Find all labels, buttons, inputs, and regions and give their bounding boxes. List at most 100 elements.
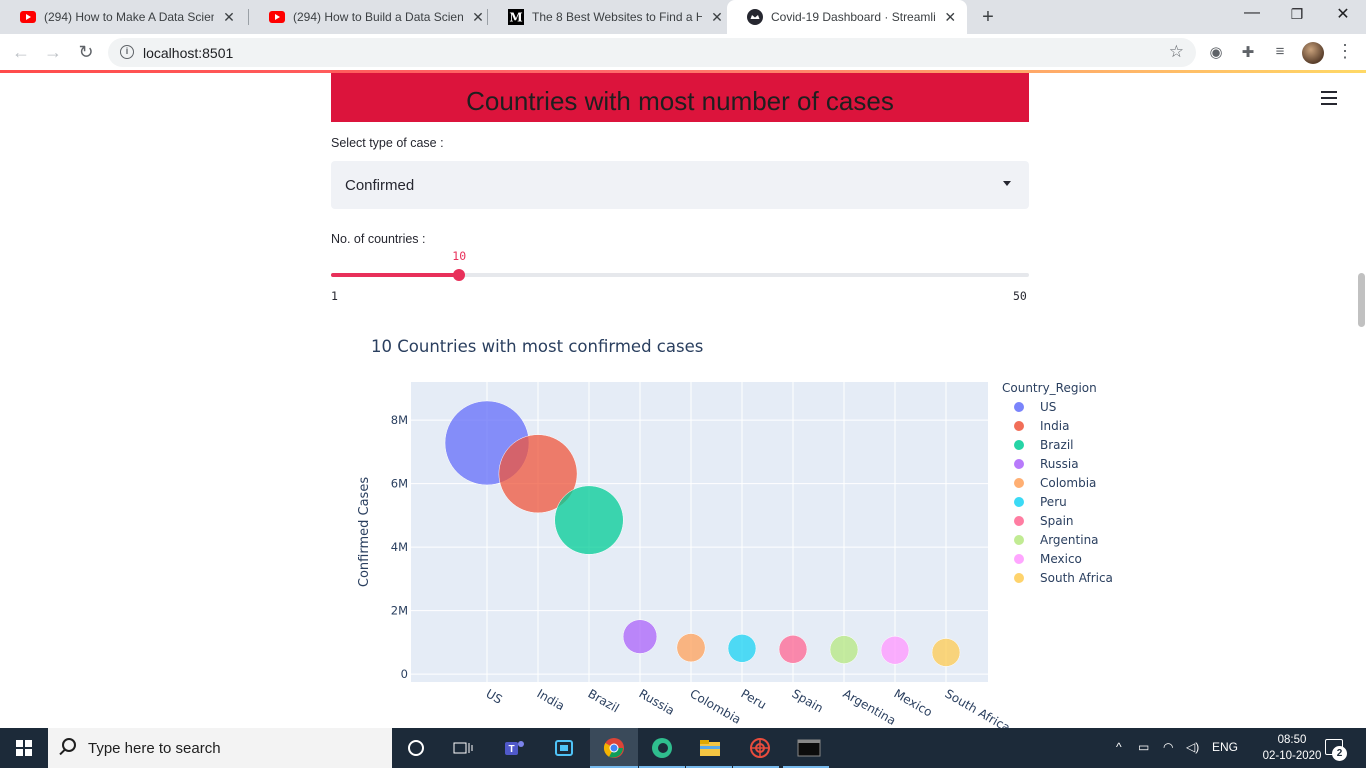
profile-avatar[interactable] bbox=[1302, 42, 1324, 64]
slider-max-label: 50 bbox=[1013, 289, 1027, 303]
legend-item: US bbox=[1040, 400, 1056, 414]
page-title: Countries with most number of cases bbox=[331, 73, 1029, 122]
legend-marker bbox=[1014, 421, 1024, 431]
battery-icon[interactable]: ▭ bbox=[1138, 740, 1149, 754]
anaconda-icon[interactable] bbox=[748, 736, 772, 760]
legend-marker bbox=[1014, 478, 1024, 488]
bubble-spain bbox=[778, 635, 808, 664]
restore-icon[interactable]: ❐ bbox=[1287, 6, 1307, 23]
y-tick-label: 0 bbox=[401, 667, 408, 681]
chrome-icon[interactable] bbox=[602, 736, 626, 760]
extensions-puzzle-icon[interactable]: ✚ bbox=[1238, 43, 1258, 61]
info-icon[interactable]: i bbox=[120, 45, 134, 59]
y-tick-label: 4M bbox=[391, 540, 408, 554]
task-view-icon[interactable] bbox=[451, 736, 475, 760]
youtube-icon bbox=[269, 9, 285, 25]
cortana-icon[interactable] bbox=[404, 736, 428, 760]
app-page: Countries with most number of cases Sele… bbox=[0, 73, 1366, 728]
case-type-select[interactable]: Confirmed bbox=[331, 161, 1029, 209]
close-icon[interactable]: ✕ bbox=[222, 9, 236, 26]
reload-icon[interactable]: ↻ bbox=[75, 42, 97, 63]
language-indicator[interactable]: ENG bbox=[1212, 740, 1238, 754]
legend-item: India bbox=[1040, 419, 1069, 433]
browser-tab-4-active[interactable]: Covid-19 Dashboard · Streamlit ✕ bbox=[727, 0, 967, 34]
teams-icon[interactable]: T bbox=[502, 736, 526, 760]
wifi-icon[interactable]: ◠ bbox=[1163, 740, 1173, 754]
bookmark-star-icon[interactable]: ☆ bbox=[1169, 42, 1184, 62]
legend-marker bbox=[1014, 535, 1024, 545]
taskbar-search[interactable]: Type here to search bbox=[48, 728, 392, 768]
x-tick-label: Colombia bbox=[688, 686, 744, 726]
bubble-russia bbox=[622, 619, 658, 654]
bubble-chart-svg: 10 Countries with most confirmed cases 0 2… bbox=[357, 337, 1113, 728]
taskbar-search-placeholder: Type here to search bbox=[88, 740, 221, 757]
bubble-colombia bbox=[676, 633, 706, 663]
x-tick-label: Spain bbox=[790, 686, 826, 715]
legend-item: Colombia bbox=[1040, 476, 1096, 490]
svg-text:T: T bbox=[508, 744, 514, 755]
y-tick-label: 8M bbox=[391, 413, 408, 427]
close-icon[interactable]: ✕ bbox=[943, 9, 957, 26]
volume-icon[interactable]: ◁) bbox=[1186, 740, 1199, 754]
browser-tab-1[interactable]: (294) How to Make A Data Science ✕ bbox=[0, 0, 246, 34]
bubble-brazil bbox=[554, 485, 624, 555]
windows-start-icon[interactable] bbox=[16, 740, 32, 756]
legend-marker bbox=[1014, 554, 1024, 564]
chevron-down-icon bbox=[1003, 181, 1011, 186]
legend-marker bbox=[1014, 440, 1024, 450]
legend-item: Brazil bbox=[1040, 438, 1074, 452]
legend-item: Russia bbox=[1040, 457, 1079, 471]
close-icon[interactable]: ✕ bbox=[710, 9, 724, 26]
x-tick-label: India bbox=[535, 686, 568, 713]
bubble-argentina bbox=[829, 635, 859, 664]
tab-title: The 8 Best Websites to Find a Ha bbox=[532, 10, 702, 24]
streamlit-icon bbox=[747, 9, 763, 25]
new-tab-icon[interactable]: + bbox=[978, 6, 998, 29]
windows-taskbar: Type here to search T ^ ▭ ◠ ◁) ENG 08:50… bbox=[0, 728, 1366, 768]
legend-marker bbox=[1014, 402, 1024, 412]
browser-tab-3[interactable]: M The 8 Best Websites to Find a Ha ✕ bbox=[488, 0, 734, 34]
browser-tab-strip: (294) How to Make A Data Science ✕ (294)… bbox=[0, 0, 1366, 34]
address-bar[interactable]: i localhost:8501 ☆ bbox=[108, 38, 1196, 67]
clock-date: 02-10-2020 bbox=[1262, 750, 1322, 762]
legend-marker bbox=[1014, 573, 1024, 583]
edge-icon[interactable] bbox=[650, 736, 674, 760]
browser-toolbar: ← → ↻ i localhost:8501 ☆ ◉ ✚ ≡ ⋮ bbox=[0, 34, 1366, 71]
more-menu-icon[interactable]: ⋮ bbox=[1336, 41, 1354, 62]
close-icon[interactable]: ✕ bbox=[471, 9, 485, 26]
back-icon[interactable]: ← bbox=[10, 42, 32, 63]
legend-marker bbox=[1014, 459, 1024, 469]
show-hidden-icons-icon[interactable]: ^ bbox=[1116, 740, 1122, 754]
page-scrollbar[interactable] bbox=[1358, 273, 1365, 327]
taskbar-clock[interactable]: 08:50 02-10-2020 bbox=[1262, 732, 1322, 764]
legend-marker bbox=[1014, 516, 1024, 526]
x-tick-label: Brazil bbox=[586, 686, 622, 715]
url-text: localhost:8501 bbox=[143, 45, 234, 61]
search-icon bbox=[62, 738, 76, 752]
slider-min-label: 1 bbox=[331, 289, 338, 303]
chart-title: 10 Countries with most confirmed cases bbox=[371, 337, 703, 356]
legend-item: Peru bbox=[1040, 495, 1067, 509]
countries-slider-label: No. of countries : bbox=[331, 232, 426, 246]
extension-circle-icon[interactable]: ◉ bbox=[1206, 43, 1226, 61]
medium-icon: M bbox=[508, 9, 524, 25]
minimize-icon[interactable]: — bbox=[1242, 4, 1262, 22]
forward-icon[interactable]: → bbox=[42, 42, 64, 63]
terminal-icon[interactable] bbox=[797, 736, 821, 760]
browser-tab-2[interactable]: (294) How to Build a Data Science ✕ bbox=[249, 0, 495, 34]
x-tick-label: Peru bbox=[739, 686, 769, 711]
slider-current-value: 10 bbox=[452, 249, 467, 263]
file-explorer-icon[interactable] bbox=[698, 736, 722, 760]
legend-item: South Africa bbox=[1040, 571, 1113, 585]
clock-time: 08:50 bbox=[1277, 734, 1307, 746]
x-tick-label: South Africa bbox=[943, 686, 1013, 728]
countries-slider[interactable]: 10 bbox=[331, 249, 1029, 281]
slider-thumb[interactable] bbox=[453, 269, 466, 281]
hamburger-menu-icon[interactable] bbox=[1321, 91, 1337, 105]
window-close-icon[interactable]: ✕ bbox=[1333, 4, 1353, 24]
media-queue-icon[interactable]: ≡ bbox=[1270, 43, 1290, 60]
bubble-mexico bbox=[880, 636, 910, 665]
y-tick-label: 2M bbox=[391, 604, 408, 618]
x-tick-label: US bbox=[484, 686, 505, 706]
security-shield-icon[interactable] bbox=[552, 736, 576, 760]
